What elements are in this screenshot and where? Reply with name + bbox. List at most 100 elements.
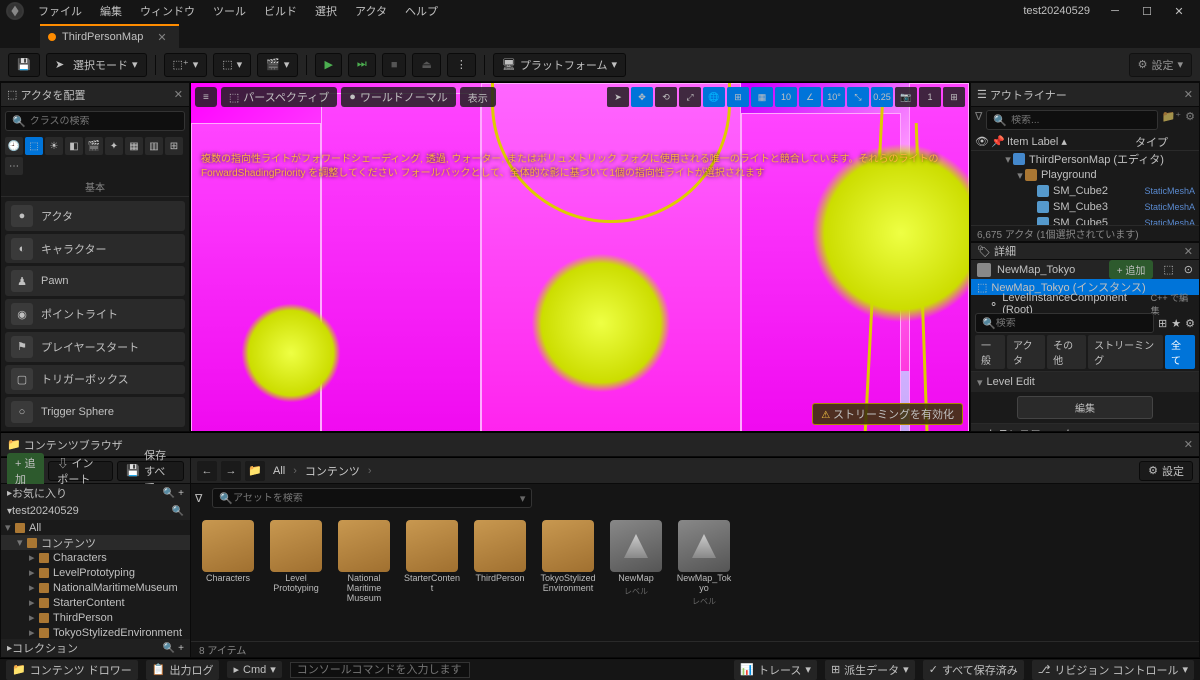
- vp-surface-snap[interactable]: ⊞: [727, 87, 749, 107]
- cb-favorites-header[interactable]: ▸ お気に入り🔍 +: [1, 484, 190, 502]
- details-tab[interactable]: アクタ: [1007, 335, 1045, 369]
- cb-tree-row[interactable]: ▸StarterContent: [1, 595, 190, 610]
- window-close[interactable]: ✕: [1164, 2, 1194, 20]
- cb-asset[interactable]: NewMap_Tokyoレベル: [675, 520, 733, 607]
- place-item[interactable]: ♟Pawn: [5, 266, 185, 296]
- cat-basic-icon[interactable]: ⬚: [25, 137, 43, 155]
- filter-icon[interactable]: ∇: [195, 492, 202, 505]
- cat-geo-icon[interactable]: ▦: [125, 137, 143, 155]
- menu-window[interactable]: ウィンドウ: [132, 1, 203, 21]
- cb-asset[interactable]: ThirdPerson: [471, 520, 529, 584]
- cb-project-header[interactable]: ▾ test20240529🔍: [1, 502, 190, 520]
- vp-camspeed-icon[interactable]: 📷: [895, 87, 917, 107]
- vp-scale-snap[interactable]: ⤡: [847, 87, 869, 107]
- place-item[interactable]: ◐キャラクター: [5, 234, 185, 264]
- menu-build[interactable]: ビルド: [256, 1, 305, 21]
- cb-tree-row[interactable]: ▸LevelPrototyping: [1, 565, 190, 580]
- window-maximize[interactable]: ☐: [1132, 2, 1162, 20]
- window-minimize[interactable]: ─: [1100, 2, 1130, 20]
- cb-asset[interactable]: National Maritime Museum: [335, 520, 393, 604]
- vp-coord-toggle[interactable]: 🌐: [703, 87, 725, 107]
- crumb-content[interactable]: コンテンツ: [301, 463, 364, 479]
- outliner-row[interactable]: SM_Cube5StaticMeshA: [971, 215, 1199, 225]
- level-edit-button[interactable]: 編集: [1017, 396, 1154, 419]
- place-item[interactable]: ●アクタ: [5, 201, 185, 231]
- cat-misc-icon[interactable]: ⋯: [5, 157, 23, 175]
- blueprint-button-icon[interactable]: ⬚: [1163, 263, 1173, 276]
- cb-asset[interactable]: StarterContent: [403, 520, 461, 594]
- details-tab[interactable]: その他: [1047, 335, 1086, 369]
- cb-tree-row[interactable]: ▸ThirdPerson: [1, 610, 190, 625]
- cat-cine-icon[interactable]: 🎬: [85, 137, 103, 155]
- vp-select-tool[interactable]: ➤: [607, 87, 629, 107]
- gear-icon[interactable]: ⚙: [1185, 110, 1195, 130]
- filter-icon[interactable]: ∇: [975, 110, 982, 130]
- nav-fwd-icon[interactable]: →: [221, 461, 241, 481]
- vp-translate-tool[interactable]: ✥: [631, 87, 653, 107]
- cb-tree-row[interactable]: ▾コンテンツ: [1, 535, 190, 550]
- cb-asset[interactable]: Characters: [199, 520, 257, 584]
- settings-dropdown[interactable]: ⚙設定▾: [1129, 53, 1192, 77]
- gear-icon[interactable]: ⚙: [1185, 317, 1195, 330]
- cat-vol-icon[interactable]: ▥: [145, 137, 163, 155]
- viewport-show[interactable]: 表示: [460, 87, 496, 107]
- cb-tree-row[interactable]: ▸Characters: [1, 550, 190, 565]
- cat-lights-icon[interactable]: ☀: [45, 137, 63, 155]
- cat-recent-icon[interactable]: 🕘: [5, 137, 23, 155]
- grid-icon[interactable]: ⊞: [1158, 317, 1167, 330]
- star-icon[interactable]: ★: [1171, 317, 1181, 330]
- col-item-label[interactable]: Item Label ▴: [1007, 135, 1135, 148]
- nav-folder-icon[interactable]: 📁: [245, 461, 265, 481]
- place-search-input[interactable]: [30, 116, 178, 127]
- details-tab[interactable]: 全て: [1165, 335, 1195, 369]
- vp-maximize[interactable]: ⊞: [943, 87, 965, 107]
- place-item[interactable]: ⚑プレイヤースタート: [5, 332, 185, 362]
- cb-collections-header[interactable]: ▸ コレクション🔍 +: [1, 639, 190, 657]
- cat-all-icon[interactable]: ⊞: [165, 137, 183, 155]
- cb-search-input[interactable]: [233, 493, 520, 504]
- cb-saveall-button[interactable]: 💾 保存すべて: [117, 461, 184, 481]
- vp-scale-val[interactable]: 0.25: [871, 87, 893, 107]
- cb-search[interactable]: 🔍▾: [212, 488, 532, 508]
- vp-rotate-tool[interactable]: ⟲: [655, 87, 677, 107]
- section-transform[interactable]: ▾トランスフォーム: [971, 424, 1199, 432]
- details-search[interactable]: [996, 318, 1147, 329]
- menu-file[interactable]: ファイル: [30, 1, 90, 21]
- panel-close-icon[interactable]: ✕: [1184, 438, 1193, 451]
- place-item[interactable]: ▢トリガーボックス: [5, 365, 185, 395]
- place-item[interactable]: ◉ポイントライト: [5, 299, 185, 329]
- cb-import-button[interactable]: ⇩ インポート: [48, 461, 113, 481]
- outliner-row[interactable]: SM_Cube2StaticMeshA: [971, 183, 1199, 199]
- section-level-edit[interactable]: ▾Level Edit: [971, 372, 1199, 392]
- trace-button[interactable]: 📊 トレース ▾: [734, 660, 817, 680]
- outliner-search[interactable]: [1011, 115, 1151, 126]
- viewport-perspective[interactable]: ⬚パースペクティブ: [221, 87, 337, 107]
- col-type[interactable]: タイプ: [1135, 134, 1195, 150]
- stop-button[interactable]: ■: [382, 53, 407, 77]
- browse-icon[interactable]: ⊙: [1184, 263, 1193, 276]
- skip-button[interactable]: ⏭: [348, 53, 376, 77]
- place-search[interactable]: 🔍: [5, 111, 185, 131]
- place-item[interactable]: ○Trigger Sphere: [5, 397, 185, 427]
- vp-grid-snap[interactable]: ▦: [751, 87, 773, 107]
- viewport-menu[interactable]: ≡: [195, 87, 217, 107]
- cb-settings[interactable]: ⚙ 設定: [1139, 461, 1193, 481]
- vp-scale-tool[interactable]: ⤢: [679, 87, 701, 107]
- panel-close-icon[interactable]: ✕: [1184, 88, 1193, 101]
- outliner-row[interactable]: SM_Cube3StaticMeshA: [971, 199, 1199, 215]
- vp-angle-snap[interactable]: ∠: [799, 87, 821, 107]
- nav-back-icon[interactable]: ←: [197, 461, 217, 481]
- menu-select[interactable]: 選択: [307, 1, 345, 21]
- menu-help[interactable]: ヘルプ: [397, 1, 446, 21]
- cb-tree-row[interactable]: ▾All: [1, 520, 190, 535]
- component-root-row[interactable]: ⚬ LevelInstanceComponent (Root) C++ で編集: [971, 295, 1199, 313]
- viewport[interactable]: ≡ ⬚パースペクティブ ●ワールドノーマル 表示 ➤ ✥ ⟲ ⤢ 🌐 ⊞ ▦ 1…: [190, 82, 970, 432]
- menu-edit[interactable]: 編集: [92, 1, 130, 21]
- cmd-dropdown[interactable]: ▸ Cmd ▾: [227, 661, 281, 678]
- details-tab[interactable]: 一般: [975, 335, 1005, 369]
- panel-close-icon[interactable]: ✕: [174, 88, 183, 101]
- folder-plus-icon[interactable]: 📁⁺: [1162, 110, 1182, 130]
- output-log-button[interactable]: 📋 出力ログ: [146, 660, 220, 680]
- outliner-row[interactable]: ▾ThirdPersonMap (エディタ): [971, 151, 1199, 167]
- tab-close-icon[interactable]: ✕: [157, 31, 166, 44]
